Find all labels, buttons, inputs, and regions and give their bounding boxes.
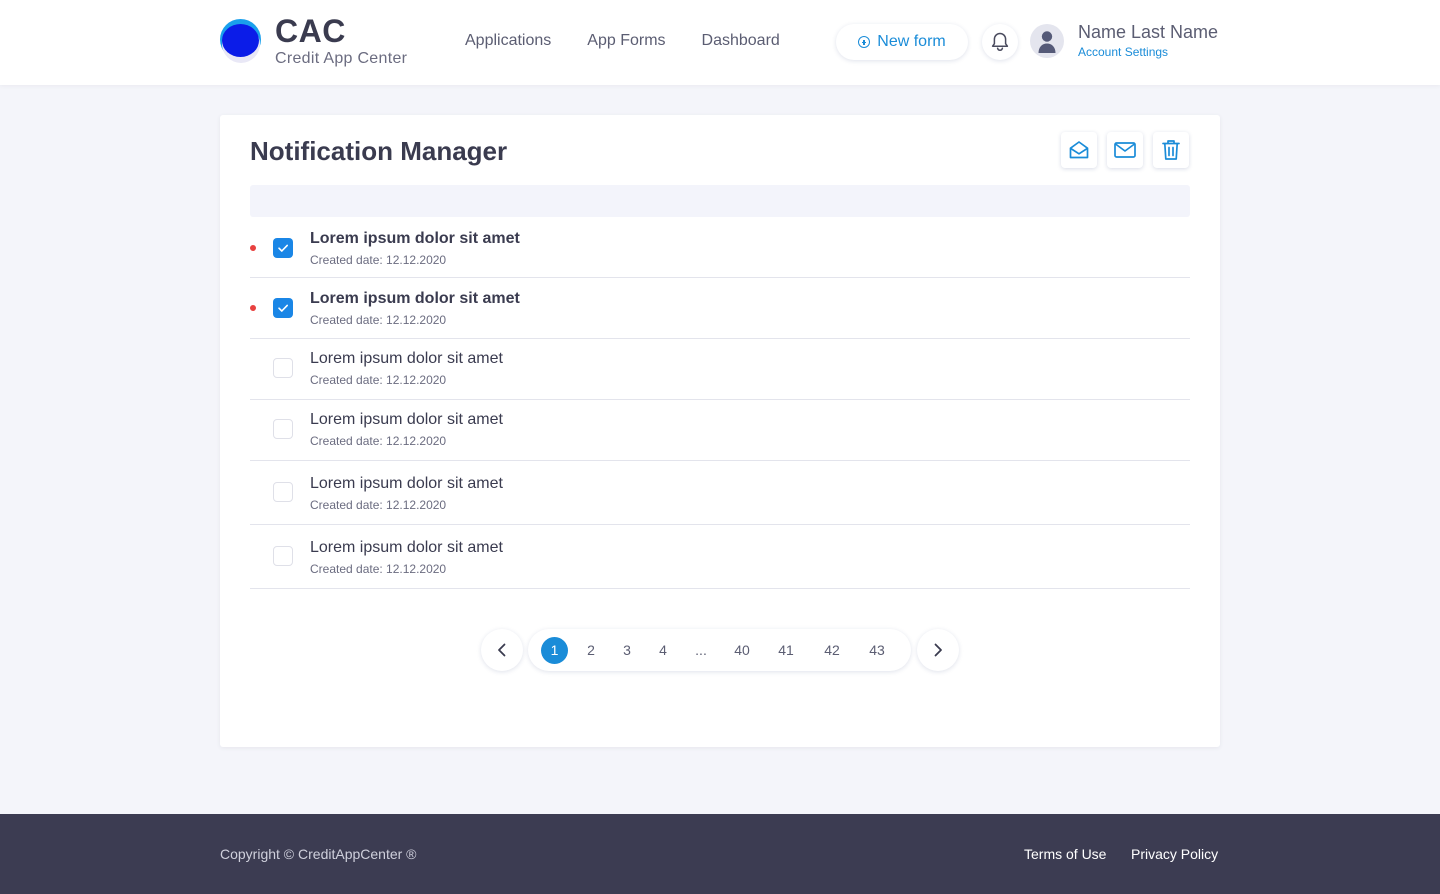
user-name: Name Last Name [1078, 22, 1219, 42]
footer: Copyright © CreditAppCenter ® Terms of U… [0, 814, 1440, 894]
main-nav: Applications App Forms Dashboard [465, 31, 816, 51]
mail-icon [1114, 142, 1136, 158]
notification-date: Created date: 12.12.2020 [310, 253, 447, 267]
row-checkbox[interactable] [273, 546, 293, 566]
copyright: Copyright © CreditAppCenter ® [220, 846, 417, 862]
row-checkbox[interactable] [273, 238, 293, 258]
unread-indicator [250, 245, 256, 251]
page-current[interactable]: 1 [541, 637, 568, 664]
logo-icon [220, 17, 262, 69]
notifications-button[interactable] [982, 24, 1018, 60]
page-title: Notification Manager [250, 136, 508, 166]
prev-page-button[interactable] [481, 629, 523, 671]
avatar[interactable] [1030, 24, 1064, 58]
unread-indicator [250, 305, 256, 311]
plus-circle-icon [858, 36, 871, 48]
trash-icon [1162, 140, 1180, 160]
notification-title: Lorem ipsum dolor sit amet [310, 290, 520, 307]
top-header: CAC Credit App Center Applications App F… [0, 0, 1440, 85]
page-link[interactable]: 43 [869, 640, 885, 660]
delete-button[interactable] [1153, 132, 1189, 168]
logo-title: CAC [275, 13, 346, 49]
notification-date: Created date: 12.12.2020 [310, 313, 447, 327]
page-link[interactable]: 42 [824, 640, 840, 660]
nav-applications[interactable]: Applications [465, 31, 551, 51]
account-settings-link[interactable]: Account Settings [1078, 45, 1168, 59]
notification-title: Lorem ipsum dolor sit amet [310, 230, 520, 247]
check-icon [278, 304, 288, 312]
list-item[interactable]: Lorem ipsum dolor sit amet Created date:… [250, 278, 1190, 339]
notification-date: Created date: 12.12.2020 [310, 434, 447, 448]
list-item[interactable]: Lorem ipsum dolor sit amet Created date:… [250, 400, 1190, 461]
row-checkbox[interactable] [273, 482, 293, 502]
bell-icon [991, 32, 1009, 52]
privacy-link[interactable]: Privacy Policy [1131, 846, 1218, 862]
list-item[interactable]: Lorem ipsum dolor sit amet Created date:… [250, 461, 1190, 525]
logo-subtitle: Credit App Center [275, 50, 408, 67]
notification-date: Created date: 12.12.2020 [310, 562, 447, 576]
page-link[interactable]: 2 [587, 640, 595, 660]
notification-title: Lorem ipsum dolor sit amet [310, 350, 503, 367]
row-checkbox[interactable] [273, 298, 293, 318]
filter-bar[interactable] [250, 185, 1190, 217]
nav-app-forms[interactable]: App Forms [587, 31, 665, 51]
page-link[interactable]: 4 [659, 640, 667, 660]
chevron-left-icon [498, 643, 506, 657]
new-form-label: New form [877, 33, 946, 50]
list-item[interactable]: Lorem ipsum dolor sit amet Created date:… [250, 525, 1190, 589]
next-page-button[interactable] [917, 629, 959, 671]
page-link[interactable]: 3 [623, 640, 631, 660]
row-checkbox[interactable] [273, 419, 293, 439]
new-form-button[interactable]: New form [836, 24, 968, 60]
notification-title: Lorem ipsum dolor sit amet [310, 411, 503, 428]
notification-manager-card: Notification Manager Lorem ipsum dolor s… [220, 115, 1220, 747]
logo[interactable]: CAC Credit App Center [220, 13, 408, 69]
pagination: 1 2 3 4 ... 40 41 42 43 [528, 629, 911, 671]
mark-read-button[interactable] [1061, 132, 1097, 168]
row-checkbox[interactable] [273, 358, 293, 378]
terms-link[interactable]: Terms of Use [1024, 846, 1106, 862]
list-item[interactable]: Lorem ipsum dolor sit amet Created date:… [250, 339, 1190, 400]
page-link[interactable]: 40 [734, 640, 750, 660]
chevron-right-icon [934, 643, 942, 657]
user-icon [1038, 31, 1056, 53]
page-link[interactable]: 41 [778, 640, 794, 660]
list-item[interactable]: Lorem ipsum dolor sit amet Created date:… [250, 217, 1190, 278]
page-ellipsis: ... [695, 642, 707, 658]
notification-title: Lorem ipsum dolor sit amet [310, 539, 503, 556]
notification-date: Created date: 12.12.2020 [310, 498, 447, 512]
mark-unread-button[interactable] [1107, 132, 1143, 168]
notification-date: Created date: 12.12.2020 [310, 373, 447, 387]
nav-dashboard[interactable]: Dashboard [702, 31, 780, 51]
notification-list: Lorem ipsum dolor sit amet Created date:… [250, 217, 1190, 589]
mail-open-icon [1069, 141, 1089, 159]
notification-title: Lorem ipsum dolor sit amet [310, 475, 503, 492]
check-icon [278, 244, 288, 252]
